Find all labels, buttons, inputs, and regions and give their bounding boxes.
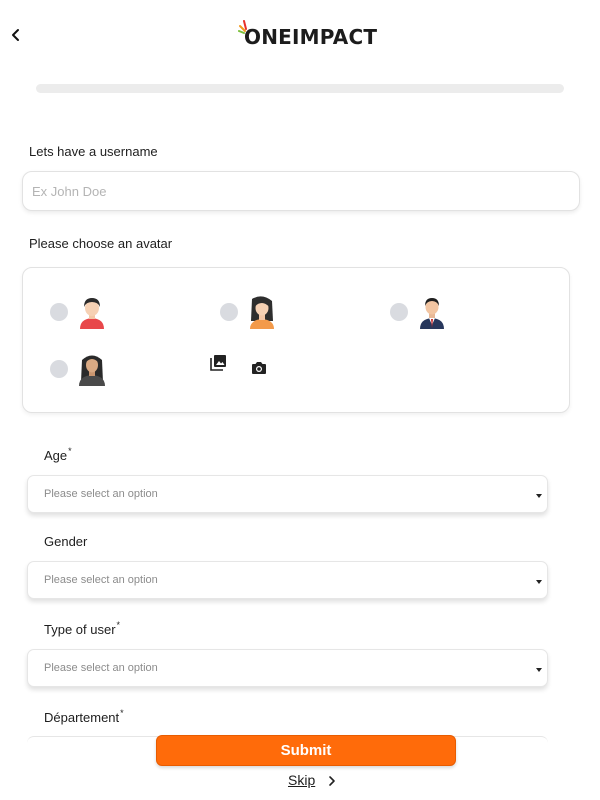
username-input[interactable] <box>22 171 580 211</box>
username-label: Lets have a username <box>29 144 158 159</box>
department-label: Département* <box>44 708 124 725</box>
avatar-picker <box>22 267 570 413</box>
avatar-man-red-shirt-icon[interactable] <box>77 295 107 329</box>
gender-label: Gender <box>44 534 88 549</box>
age-select[interactable]: Please select an option <box>27 475 548 513</box>
user-type-required-mark: * <box>116 620 121 630</box>
avatar-radio-3[interactable] <box>390 303 408 321</box>
chevron-right-icon[interactable] <box>328 775 336 787</box>
back-button[interactable] <box>8 24 28 46</box>
avatar-radio-1[interactable] <box>50 303 68 321</box>
age-required-mark: * <box>68 446 72 456</box>
camera-icon[interactable] <box>251 361 267 375</box>
department-label-text: Département <box>44 710 120 725</box>
avatar-radio-4[interactable] <box>50 360 68 378</box>
user-type-select-placeholder: Please select an option <box>44 662 158 674</box>
gender-select[interactable]: Please select an option <box>27 561 548 599</box>
avatar-man-suit-icon[interactable] <box>417 295 447 329</box>
age-label: Age* <box>44 446 72 463</box>
progress-bar <box>36 84 564 93</box>
user-type-label: Type of user* <box>44 620 121 637</box>
avatar-woman-orange-top-icon[interactable] <box>247 295 277 329</box>
caret-down-icon <box>536 668 542 672</box>
age-select-placeholder: Please select an option <box>44 488 158 500</box>
submit-button[interactable]: Submit <box>156 735 456 766</box>
skip-link[interactable]: Skip <box>288 772 315 788</box>
age-label-text: Age <box>44 448 68 463</box>
gender-select-placeholder: Please select an option <box>44 574 158 586</box>
avatar-radio-2[interactable] <box>220 303 238 321</box>
logo-text: ONEIMPACT <box>244 25 378 49</box>
caret-down-icon <box>536 580 542 584</box>
photo-library-icon[interactable] <box>209 354 227 372</box>
user-type-label-text: Type of user <box>44 622 116 637</box>
department-required-mark: * <box>120 708 124 718</box>
chevron-left-icon <box>12 29 19 41</box>
oneimpact-logo: ONEIMPACT <box>238 20 377 50</box>
avatar-woman-dark-jacket-icon[interactable] <box>77 352 107 386</box>
user-type-select[interactable]: Please select an option <box>27 649 548 687</box>
caret-down-icon <box>536 494 542 498</box>
avatar-label: Please choose an avatar <box>29 236 173 251</box>
